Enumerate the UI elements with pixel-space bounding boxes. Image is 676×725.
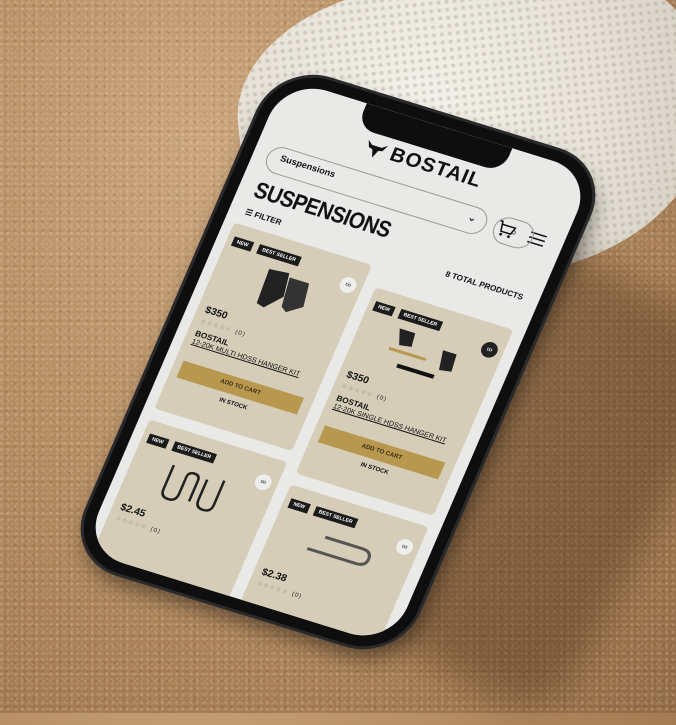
chevron-down-icon: ⌄ bbox=[465, 212, 479, 225]
new-badge: NEW bbox=[146, 433, 170, 449]
link-icon[interactable]: ∞ bbox=[393, 537, 416, 557]
new-badge: NEW bbox=[372, 301, 396, 317]
link-icon[interactable]: ∞ bbox=[478, 339, 501, 360]
bull-head-icon[interactable] bbox=[361, 137, 390, 162]
product-image[interactable] bbox=[374, 320, 472, 391]
product-image[interactable] bbox=[290, 518, 388, 589]
category-select-value: Suspensions bbox=[278, 153, 338, 180]
review-count: (0) bbox=[149, 526, 162, 536]
link-icon[interactable]: ∞ bbox=[337, 275, 359, 295]
review-count: (0) bbox=[375, 394, 388, 404]
new-badge: NEW bbox=[230, 236, 254, 252]
search-icon: ⌕ bbox=[507, 224, 520, 240]
new-badge: NEW bbox=[287, 498, 311, 514]
total-products: 8 TOTAL PRODUCTS bbox=[443, 269, 525, 302]
review-count: (0) bbox=[290, 591, 304, 601]
filter-label: FILTER bbox=[252, 210, 283, 227]
link-icon[interactable]: ∞ bbox=[252, 472, 275, 493]
product-image[interactable] bbox=[148, 453, 246, 524]
review-count: (0) bbox=[234, 329, 247, 339]
product-image[interactable] bbox=[233, 256, 331, 327]
